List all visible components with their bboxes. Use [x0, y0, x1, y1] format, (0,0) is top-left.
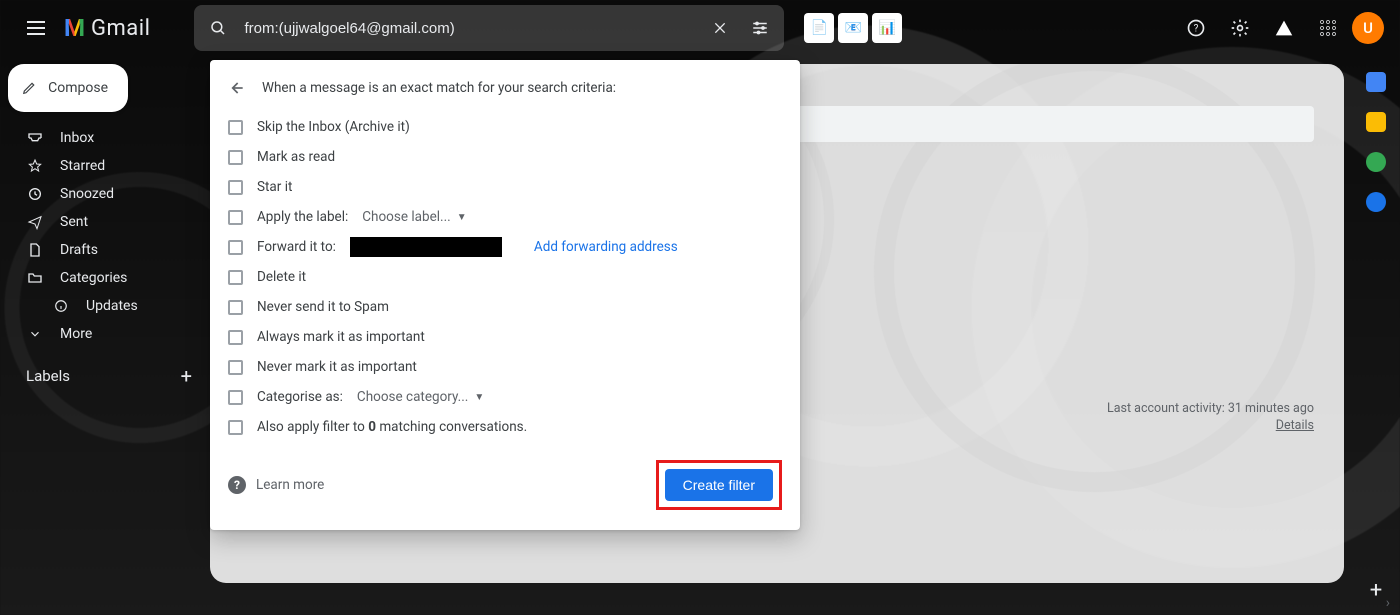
sidebar: Compose Inbox Starred Snoozed Sent Draft…	[0, 56, 210, 615]
file-icon	[26, 242, 44, 258]
sidebar-item-inbox[interactable]: Inbox	[8, 124, 204, 152]
extension-1-icon[interactable]: 📄	[804, 13, 834, 43]
sidebar-item-label: Sent	[60, 214, 88, 230]
sidebar-item-starred[interactable]: Starred	[8, 152, 204, 180]
main-menu-button[interactable]	[16, 8, 56, 48]
get-addons-button[interactable]: +	[1370, 578, 1382, 603]
sidebar-item-label: Snoozed	[60, 186, 114, 202]
extension-2-icon[interactable]: 📧	[838, 13, 868, 43]
checkbox-mark-read[interactable]	[228, 150, 243, 165]
side-panel: + ›	[1352, 56, 1400, 615]
gmail-wordmark: Gmail	[91, 16, 150, 41]
notifications-icon[interactable]	[1264, 8, 1304, 48]
search-icon	[198, 8, 238, 48]
pencil-icon	[22, 79, 36, 97]
gmail-m-icon: M	[64, 14, 85, 42]
hamburger-icon	[27, 27, 45, 29]
account-avatar[interactable]: U	[1352, 12, 1384, 44]
opt-delete-label: Delete it	[257, 269, 306, 285]
opt-never-important-label: Never mark it as important	[257, 359, 417, 375]
categorise-select[interactable]: Choose category...▼	[357, 389, 484, 405]
apply-label-select[interactable]: Choose label...▼	[362, 209, 466, 225]
checkbox-forward[interactable]	[228, 240, 243, 255]
checkbox-delete[interactable]	[228, 270, 243, 285]
sidebar-item-drafts[interactable]: Drafts	[8, 236, 204, 264]
compose-button[interactable]: Compose	[8, 64, 128, 112]
checkbox-categorise[interactable]	[228, 390, 243, 405]
checkbox-never-important[interactable]	[228, 360, 243, 375]
checkbox-always-important[interactable]	[228, 330, 243, 345]
inbox-icon	[26, 130, 44, 146]
learn-more-link[interactable]: ? Learn more	[228, 476, 324, 494]
tasks-app-icon[interactable]	[1366, 152, 1386, 172]
add-label-button[interactable]: +	[181, 364, 192, 388]
clear-search-button[interactable]	[700, 8, 740, 48]
create-filter-button[interactable]: Create filter	[665, 469, 773, 501]
back-button[interactable]	[222, 74, 250, 102]
extension-3-icon[interactable]: 📊	[872, 13, 902, 43]
sidebar-item-snoozed[interactable]: Snoozed	[8, 180, 204, 208]
calendar-app-icon[interactable]	[1366, 72, 1386, 92]
opt-always-important-label: Always mark it as important	[257, 329, 425, 345]
opt-never-spam-label: Never send it to Spam	[257, 299, 389, 315]
filter-dialog-title: When a message is an exact match for you…	[262, 80, 616, 96]
checkbox-never-spam[interactable]	[228, 300, 243, 315]
sidebar-item-more[interactable]: More	[8, 320, 204, 348]
add-forwarding-link[interactable]: Add forwarding address	[534, 239, 678, 255]
search-input[interactable]	[238, 20, 700, 37]
star-icon	[26, 158, 44, 174]
gmail-logo[interactable]: M Gmail	[64, 14, 150, 42]
search-options-button[interactable]	[740, 8, 780, 48]
forward-address-redacted[interactable]	[350, 237, 502, 257]
sidebar-item-label: Drafts	[60, 242, 98, 258]
clock-icon	[26, 186, 44, 202]
activity-details-link[interactable]: Details	[1107, 418, 1314, 433]
settings-button[interactable]	[1220, 8, 1260, 48]
folder-icon	[26, 270, 44, 286]
sidebar-item-label: Categories	[60, 270, 127, 286]
checkbox-also-apply[interactable]	[228, 420, 243, 435]
sidebar-item-updates[interactable]: Updates	[8, 292, 204, 320]
opt-also-apply-label: Also apply filter to 0 matching conversa…	[257, 419, 527, 435]
hide-side-panel-button[interactable]: ›	[1386, 595, 1390, 611]
send-icon	[26, 214, 44, 230]
create-filter-highlight: Create filter	[656, 460, 782, 510]
opt-mark-read-label: Mark as read	[257, 149, 335, 165]
sidebar-item-label: Updates	[86, 298, 138, 314]
opt-categorise-prefix: Categorise as:	[257, 389, 343, 405]
caret-down-icon: ▼	[474, 392, 484, 403]
sidebar-item-label: More	[60, 326, 92, 342]
help-icon: ?	[228, 476, 246, 494]
create-filter-dialog: When a message is an exact match for you…	[210, 60, 800, 530]
info-icon	[52, 299, 70, 313]
support-button[interactable]: ?	[1176, 8, 1216, 48]
google-apps-button[interactable]	[1308, 8, 1348, 48]
compose-label: Compose	[48, 80, 108, 96]
sidebar-item-sent[interactable]: Sent	[8, 208, 204, 236]
opt-apply-label-prefix: Apply the label:	[257, 209, 348, 225]
svg-text:?: ?	[1194, 23, 1199, 34]
extension-icons: 📄 📧 📊	[804, 13, 902, 43]
opt-forward-prefix: Forward it to:	[257, 239, 336, 255]
checkbox-star-it[interactable]	[228, 180, 243, 195]
search-bar[interactable]	[194, 5, 784, 51]
checkbox-apply-label[interactable]	[228, 210, 243, 225]
contacts-app-icon[interactable]	[1366, 192, 1386, 212]
sidebar-item-categories[interactable]: Categories	[8, 264, 204, 292]
sidebar-item-label: Starred	[60, 158, 105, 174]
keep-app-icon[interactable]	[1366, 112, 1386, 132]
caret-down-icon: ▼	[457, 212, 467, 223]
chevron-down-icon	[26, 327, 44, 341]
opt-skip-inbox-label: Skip the Inbox (Archive it)	[257, 119, 410, 135]
sidebar-item-label: Inbox	[60, 130, 94, 146]
last-activity-text: Last account activity: 31 minutes ago	[1107, 401, 1314, 416]
checkbox-skip-inbox[interactable]	[228, 120, 243, 135]
opt-star-it-label: Star it	[257, 179, 292, 195]
labels-heading: Labels	[26, 367, 70, 385]
